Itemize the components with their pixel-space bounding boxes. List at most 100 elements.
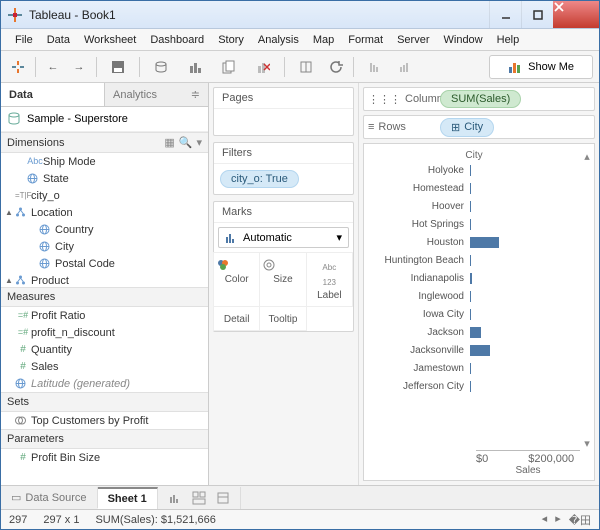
bar-row[interactable]: Inglewood [368,287,580,305]
bar-row[interactable]: Huntington Beach [368,251,580,269]
field-latitude-generated-[interactable]: Latitude (generated) [1,375,208,392]
bar-row[interactable]: Indianapolis [368,269,580,287]
field-state[interactable]: State [1,170,208,187]
tableau-app-icon [7,7,23,23]
swap-button[interactable] [291,56,321,78]
marks-label[interactable]: Abc123Label [306,252,353,307]
field-profit-bin-size[interactable]: #Profit Bin Size [1,449,208,466]
field-profit-n-discount[interactable]: =#profit_n_discount [1,324,208,341]
new-dashboard-icon[interactable] [192,491,206,505]
menu-analysis[interactable]: Analysis [252,32,305,48]
filters-shelf[interactable]: Filters city_o: True [213,142,354,195]
chart-view[interactable]: City HolyokeHomesteadHooverHot SpringsHo… [363,143,595,481]
bar-row[interactable]: Hot Springs [368,215,580,233]
x-axis-label: Sales [476,465,580,476]
bar-row[interactable]: Jamestown [368,359,580,377]
field-city-o[interactable]: =T|Fcity_o [1,187,208,204]
rows-icon: ≡ [368,121,374,133]
marks-size[interactable]: Size [259,252,306,307]
refresh-button[interactable] [325,56,347,78]
bar-row[interactable]: Holyoke [368,161,580,179]
field-location[interactable]: ▲Location [1,204,208,221]
worksheet-pane: ⋮⋮⋮Columns SUM(Sales) ≡Rows ⊞City City H… [359,83,599,485]
measures-header: Measures [1,287,208,307]
marks-color[interactable]: Color [213,252,260,307]
bar-row[interactable]: Houston [368,233,580,251]
collapse-icon[interactable]: ≑ [191,88,200,101]
chart-title: City [368,150,580,161]
status-icon-1[interactable]: ◂ [542,512,548,528]
status-agg: SUM(Sales): $1,521,666 [95,514,215,526]
view-options-icon[interactable]: ▦ [164,136,174,149]
menu-help[interactable]: Help [491,32,526,48]
minimize-button[interactable] [489,1,521,28]
field-profit-ratio[interactable]: =#Profit Ratio [1,307,208,324]
bar-row[interactable]: Jacksonville [368,341,580,359]
field-country[interactable]: Country [1,221,208,238]
marks-tooltip[interactable]: Tooltip [259,306,306,331]
plus-icon: ⊞ [451,121,460,134]
bar-row[interactable]: Homestead [368,179,580,197]
new-datasource-button[interactable] [146,56,176,78]
menu-icon[interactable]: ▾ [196,136,202,149]
menu-window[interactable]: Window [438,32,489,48]
columns-shelf[interactable]: ⋮⋮⋮Columns SUM(Sales) [363,87,595,111]
new-worksheet-icon[interactable] [168,491,182,505]
chart-scrollbar[interactable]: ▴▾ [581,150,593,450]
statusbar: 297 297 x 1 SUM(Sales): $1,521,666 ◂ ▸ �… [1,509,599,529]
field-city[interactable]: City [1,238,208,255]
menu-format[interactable]: Format [342,32,389,48]
bar-row[interactable]: Iowa City [368,305,580,323]
rows-shelf[interactable]: ≡Rows ⊞City [363,115,595,139]
back-button[interactable]: ← [42,56,64,78]
pages-shelf[interactable]: Pages [213,87,354,136]
save-button[interactable] [103,56,133,78]
show-me-label: Show Me [528,61,574,73]
marks-type-dropdown[interactable]: Automatic ▾ [218,227,349,248]
toolbar: ← → Show Me [1,51,599,83]
sheet-1-tab[interactable]: Sheet 1 [98,487,158,509]
show-me-button[interactable]: Show Me [489,55,593,79]
dimensions-header: Dimensions ▦🔍▾ [1,132,208,153]
field-sales[interactable]: #Sales [1,358,208,375]
close-button[interactable] [553,1,599,28]
search-icon[interactable]: 🔍 [179,136,193,149]
field-top-customers-by-profit[interactable]: Top Customers by Profit [1,412,208,429]
field-quantity[interactable]: #Quantity [1,341,208,358]
duplicate-button[interactable] [214,56,244,78]
filter-pill[interactable]: city_o: True [220,170,299,188]
marks-card: Marks Automatic ▾ ColorSizeAbc123LabelDe… [213,201,354,332]
sort-asc-button[interactable] [360,56,390,78]
menu-story[interactable]: Story [212,32,250,48]
bar-row[interactable]: Jefferson City [368,377,580,395]
status-icon-2[interactable]: ▸ [555,512,561,528]
sort-desc-button[interactable] [394,56,416,78]
new-story-icon[interactable] [216,491,230,505]
menu-map[interactable]: Map [307,32,340,48]
data-source-tab[interactable]: ▭Data Source [1,487,98,508]
menu-file[interactable]: File [9,32,39,48]
tab-analytics[interactable]: Analytics≑ [104,83,208,106]
tab-data[interactable]: Data [1,83,104,106]
clear-button[interactable] [248,56,278,78]
columns-pill[interactable]: SUM(Sales) [440,90,521,108]
columns-icon: ⋮⋮⋮ [368,93,401,106]
marks-detail[interactable]: Detail [213,306,260,331]
menu-dashboard[interactable]: Dashboard [144,32,210,48]
status-icon-3[interactable]: �田 [569,512,591,528]
field-ship-mode[interactable]: AbcShip Mode [1,153,208,170]
maximize-button[interactable] [521,1,553,28]
tableau-logo-icon[interactable] [7,56,29,78]
field-postal-code[interactable]: Postal Code [1,255,208,272]
forward-button[interactable]: → [68,56,90,78]
field-product[interactable]: ▲Product [1,272,208,287]
menu-worksheet[interactable]: Worksheet [78,32,142,48]
menu-data[interactable]: Data [41,32,76,48]
bar-row[interactable]: Jackson [368,323,580,341]
menu-server[interactable]: Server [391,32,435,48]
new-worksheet-button[interactable] [180,56,210,78]
rows-pill[interactable]: ⊞City [440,118,494,137]
datasource-row[interactable]: Sample - Superstore [1,107,208,132]
parameters-header: Parameters [1,429,208,449]
bar-row[interactable]: Hoover [368,197,580,215]
